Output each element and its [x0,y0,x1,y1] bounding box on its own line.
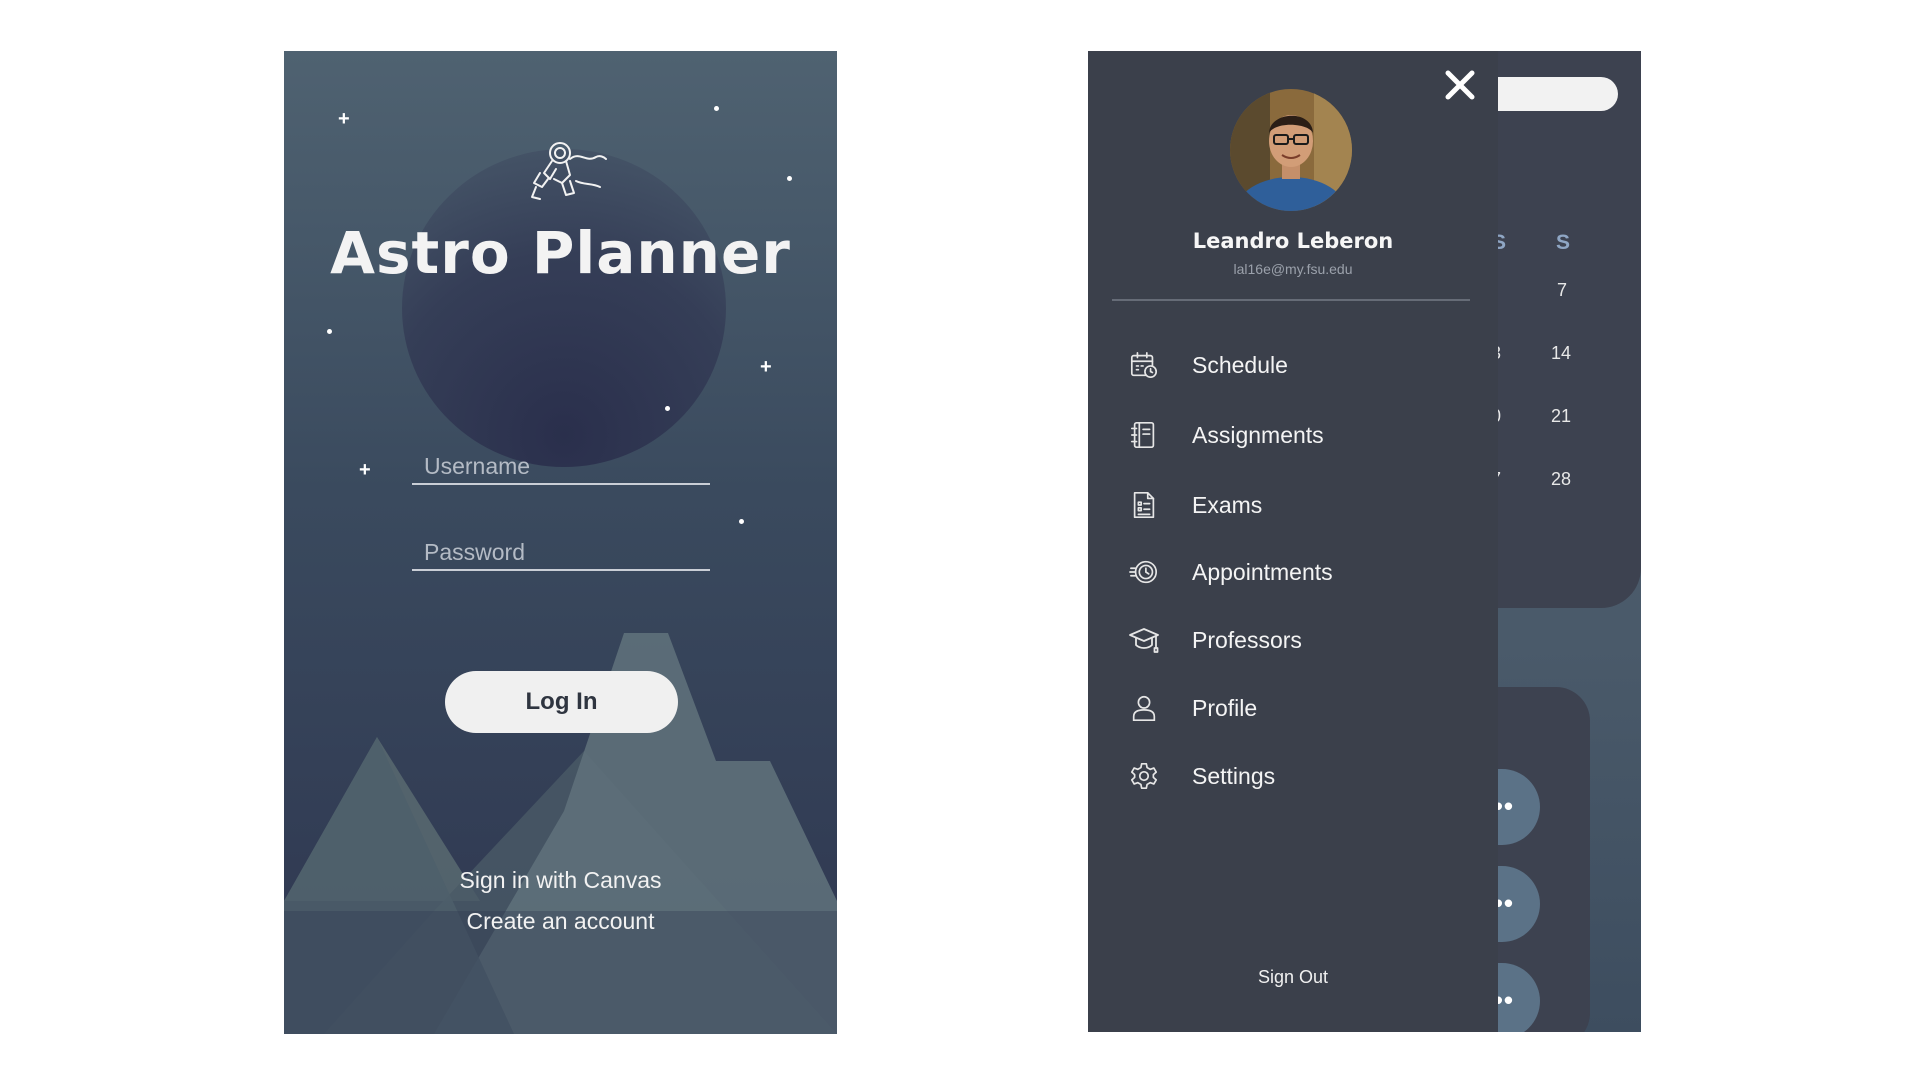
document-list-icon [1128,489,1160,521]
username-field-wrapper [412,449,710,485]
drawer-screen: S S 6 7 13 14 20 21 27 28 ••• ••• ••• [1088,51,1641,1032]
menu-item-exams[interactable]: Exams [1128,482,1468,528]
menu-label: Profile [1192,694,1258,721]
graduation-cap-icon [1128,624,1160,656]
menu-item-profile[interactable]: Profile [1128,685,1468,731]
calendar-day[interactable]: 14 [1551,343,1571,364]
menu-label: Exams [1192,491,1263,518]
calendar-day[interactable]: 21 [1551,406,1571,427]
calendar-day[interactable]: 7 [1557,280,1567,301]
menu-label: Settings [1192,762,1276,789]
calendar-day[interactable]: 28 [1551,469,1571,490]
password-input[interactable] [412,535,710,569]
gear-icon [1128,760,1160,792]
close-icon [1445,70,1475,100]
canvas-signin-link[interactable]: Sign in with Canvas [284,867,837,894]
login-screen: + + + Astro Planner Log In Sign in with … [284,51,837,1034]
login-button[interactable]: Log In [445,671,678,733]
notebook-icon [1128,419,1160,451]
star-decoration [327,329,332,334]
star-decoration [665,406,670,411]
star-decoration [714,106,719,111]
create-account-link[interactable]: Create an account [284,908,837,935]
menu-label: Appointments [1192,558,1333,585]
star-decoration: + [760,356,772,378]
star-decoration: + [338,108,350,130]
astronaut-icon [531,142,607,200]
weekday-header: S [1556,231,1571,254]
menu-item-professors[interactable]: Professors [1128,617,1468,663]
menu-item-appointments[interactable]: Appointments [1128,549,1468,595]
menu-label: Professors [1192,626,1302,653]
avatar-photo [1230,89,1352,211]
person-icon [1128,692,1160,724]
user-name: Leandro Leberon [1192,229,1394,253]
close-button[interactable] [1440,65,1480,105]
navigation-drawer: Leandro Leberon lal16e@my.fsu.edu Schedu… [1088,51,1498,1032]
menu-item-settings[interactable]: Settings [1128,753,1468,799]
clock-motion-icon [1128,556,1160,588]
username-input[interactable] [412,449,710,483]
star-decoration [739,519,744,524]
menu-label: Assignments [1192,421,1324,448]
user-email: lal16e@my.fsu.edu [1233,261,1353,277]
menu-item-assignments[interactable]: Assignments [1128,412,1468,458]
sign-out-link[interactable]: Sign Out [1088,967,1498,988]
menu-label: Schedule [1192,351,1288,378]
divider [1112,299,1470,301]
star-decoration [787,176,792,181]
menu-item-schedule[interactable]: Schedule [1128,342,1468,388]
star-decoration: + [359,459,371,481]
app-title: Astro Planner [330,219,791,287]
calendar-clock-icon [1128,349,1160,381]
password-field-wrapper [412,535,710,571]
avatar[interactable] [1230,89,1352,211]
